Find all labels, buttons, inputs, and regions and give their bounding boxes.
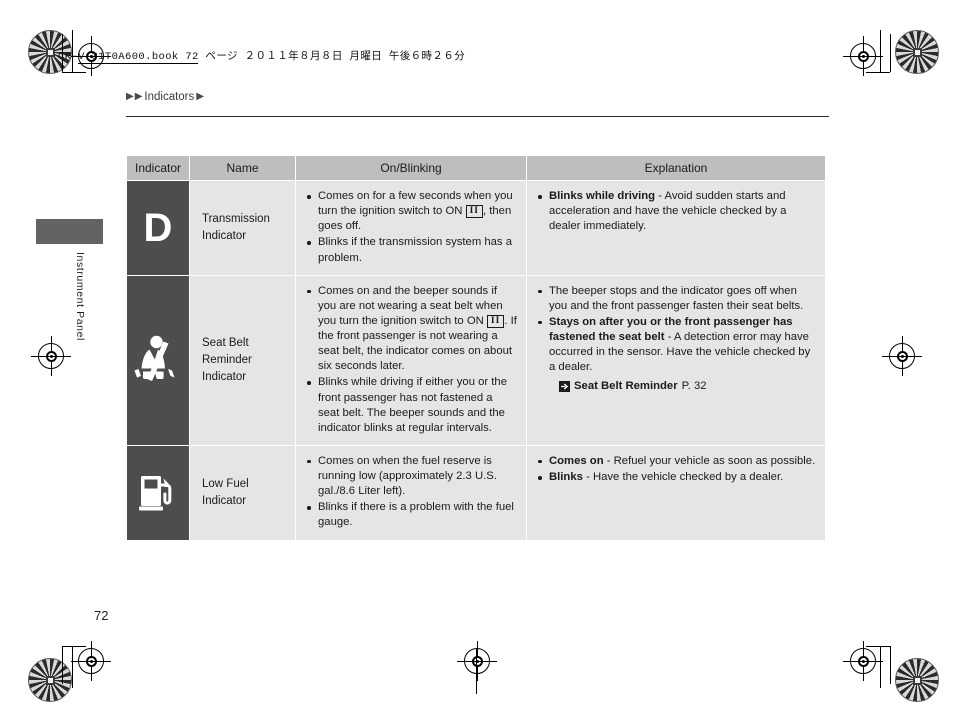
indicator-icon-cell bbox=[127, 445, 189, 540]
indicator-name-line: Indicator bbox=[202, 494, 247, 507]
registration-target-top-right bbox=[843, 36, 883, 76]
onblinking-cell: Comes on and the beeper sounds if you ar… bbox=[296, 275, 526, 445]
registration-target-mid-left bbox=[31, 336, 71, 376]
explanation-cell: Comes on - Refuel your vehicle as soon a… bbox=[527, 445, 825, 540]
crop-mark bbox=[62, 646, 63, 684]
indicators-table: Indicator Name On/Blinking Explanation D… bbox=[126, 155, 826, 541]
transmission-d-icon: D bbox=[143, 205, 173, 250]
column-header-onblinking: On/Blinking bbox=[296, 156, 526, 180]
section-tab-block bbox=[36, 219, 103, 244]
ignition-on-key-icon: II bbox=[465, 205, 483, 219]
indicator-name-line: Indicator bbox=[202, 370, 247, 383]
column-header-explanation: Explanation bbox=[527, 156, 825, 180]
list-item: The beeper stops and the indicator goes … bbox=[537, 284, 816, 314]
text-run-bold: Blinks bbox=[549, 471, 583, 483]
low-fuel-icon bbox=[127, 472, 189, 514]
xref-page: P. 32 bbox=[681, 380, 707, 393]
header-divider bbox=[126, 116, 829, 117]
xref-arrow-icon bbox=[559, 381, 570, 393]
column-header-name: Name bbox=[190, 156, 295, 180]
text-run-bold: Comes on bbox=[549, 454, 604, 467]
onblinking-cell: Comes on when the fuel reserve is runnin… bbox=[296, 445, 526, 540]
table-row: D Transmission Indicator Comes on for a … bbox=[127, 181, 825, 275]
registration-target-bottom-center bbox=[457, 641, 497, 681]
table-header-row: Indicator Name On/Blinking Explanation bbox=[127, 156, 825, 180]
breadcrumb-arrow-second-icon: ▶ bbox=[134, 91, 143, 102]
crop-mark bbox=[62, 646, 86, 647]
list-item: Blinks while driving - Avoid sudden star… bbox=[537, 189, 816, 234]
section-tab-label: Instrument Panel bbox=[74, 252, 86, 341]
crop-mark bbox=[890, 34, 891, 72]
breadcrumb-label: Indicators bbox=[144, 91, 195, 103]
explanation-list: The beeper stops and the indicator goes … bbox=[537, 284, 816, 376]
table-row: Low Fuel Indicator Comes on when the fue… bbox=[127, 445, 825, 540]
explanation-cell: The beeper stops and the indicator goes … bbox=[527, 275, 825, 445]
crop-mark bbox=[476, 648, 477, 694]
list-item: Blinks - Have the vehicle checked by a d… bbox=[537, 470, 816, 485]
crop-mark bbox=[78, 63, 198, 64]
indicator-icon-cell bbox=[127, 275, 189, 445]
explanation-cell: Blinks while driving - Avoid sudden star… bbox=[527, 181, 825, 275]
indicator-name-cell: Low Fuel Indicator bbox=[190, 445, 295, 540]
crop-mark bbox=[890, 646, 891, 684]
onblinking-list: Comes on when the fuel reserve is runnin… bbox=[306, 454, 517, 531]
text-run-bold: Blinks while driving bbox=[549, 190, 656, 202]
indicator-name-line: Reminder bbox=[202, 353, 252, 366]
text-run: - Refuel your vehicle as soon as possibl… bbox=[603, 454, 816, 467]
column-header-indicator: Indicator bbox=[127, 156, 189, 180]
list-item: Comes on for a few seconds when you turn… bbox=[306, 189, 517, 234]
indicator-icon-cell: D bbox=[127, 181, 189, 275]
crop-mark bbox=[72, 646, 73, 688]
crop-mark bbox=[866, 72, 890, 73]
table-row: Seat Belt Reminder Indicator Comes on an… bbox=[127, 275, 825, 445]
page-number: 72 bbox=[94, 608, 109, 623]
xref-title: Seat Belt Reminder bbox=[574, 380, 678, 393]
ignition-on-key-icon: II bbox=[486, 314, 505, 328]
onblinking-list: Comes on and the beeper sounds if you ar… bbox=[306, 284, 517, 436]
list-item: Comes on - Refuel your vehicle as soon a… bbox=[537, 454, 816, 469]
breadcrumb-arrow-right-icon: ▶ bbox=[196, 91, 204, 102]
registration-star-bottom-right bbox=[895, 658, 939, 702]
indicator-name-line: Low Fuel bbox=[202, 478, 249, 491]
cross-reference[interactable]: Seat Belt Reminder P. 32 bbox=[537, 379, 816, 394]
crop-mark bbox=[880, 646, 881, 688]
explanation-list: Blinks while driving - Avoid sudden star… bbox=[537, 189, 816, 234]
text-run: - Have the vehicle checked by a dealer. bbox=[582, 471, 784, 483]
seat-belt-reminder-icon bbox=[127, 332, 189, 388]
indicator-name-line: Transmission bbox=[202, 213, 270, 226]
onblinking-cell: Comes on for a few seconds when you turn… bbox=[296, 181, 526, 275]
breadcrumb: ▶ ▶ Indicators ▶ bbox=[126, 91, 204, 103]
print-header-text: CR-V-31T0A600.book 72 ページ ２０１１年８月８日 月曜日 … bbox=[58, 51, 466, 63]
crop-mark bbox=[880, 30, 881, 72]
list-item: Comes on when the fuel reserve is runnin… bbox=[306, 454, 517, 499]
registration-star-top-right bbox=[895, 30, 939, 74]
list-item: Blinks if the transmission system has a … bbox=[306, 235, 517, 265]
explanation-list: Comes on - Refuel your vehicle as soon a… bbox=[537, 454, 816, 485]
indicator-name-line: Indicator bbox=[202, 229, 247, 242]
registration-star-bottom-left bbox=[28, 658, 72, 702]
crop-mark bbox=[62, 72, 86, 73]
list-item: Comes on and the beeper sounds if you ar… bbox=[306, 284, 517, 375]
indicator-name-cell: Seat Belt Reminder Indicator bbox=[190, 275, 295, 445]
list-item: Blinks while driving if either you or th… bbox=[306, 375, 517, 436]
registration-target-bottom-left bbox=[71, 641, 111, 681]
registration-target-bottom-right bbox=[843, 641, 883, 681]
indicator-name-cell: Transmission Indicator bbox=[190, 181, 295, 275]
crop-mark bbox=[866, 646, 890, 647]
list-item: Stays on after you or the front passenge… bbox=[537, 315, 816, 376]
onblinking-list: Comes on for a few seconds when you turn… bbox=[306, 189, 517, 266]
registration-target-mid-right bbox=[882, 336, 922, 376]
text-run: Comes on and the beeper sounds if you ar… bbox=[318, 284, 503, 327]
breadcrumb-arrow-left-icon: ▶ bbox=[126, 91, 134, 102]
list-item: Blinks if there is a problem with the fu… bbox=[306, 500, 517, 530]
indicator-name-line: Seat Belt bbox=[202, 337, 249, 350]
